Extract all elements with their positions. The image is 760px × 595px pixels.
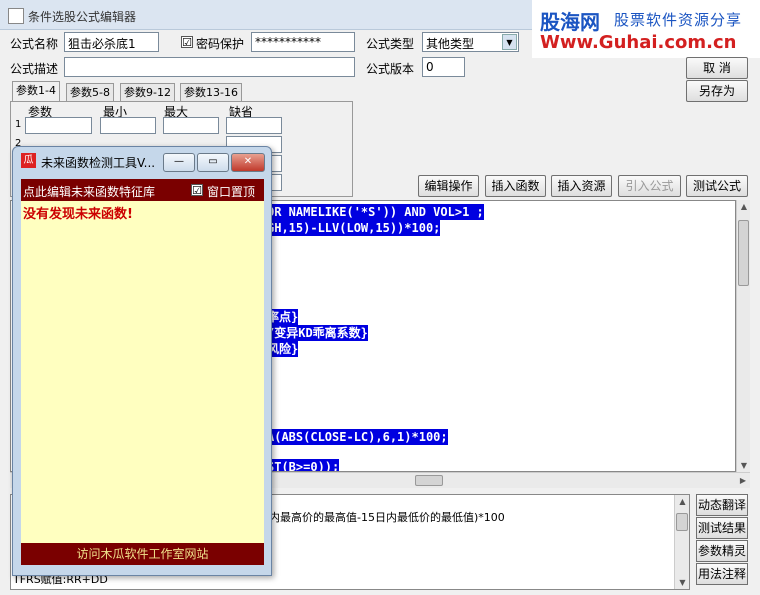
- watermark-brand: 股海网: [540, 10, 600, 34]
- scroll-up-icon[interactable]: ▲: [675, 497, 690, 506]
- watermark-slogan: 股票软件资源分享: [614, 11, 743, 29]
- output-vertical-scrollbar[interactable]: ▲ ▼: [674, 495, 689, 589]
- param-cell[interactable]: [163, 117, 219, 134]
- insert-function-button[interactable]: 插入函数: [485, 175, 546, 197]
- chevron-down-icon[interactable]: ▼: [502, 34, 517, 50]
- app-icon: [8, 8, 24, 24]
- param-cell[interactable]: [100, 117, 156, 134]
- code-line: OR NAMELIKE('*S')) AND VOL>1 ;: [267, 204, 484, 220]
- restore-icon[interactable]: ▭: [197, 153, 229, 172]
- popup-title: 未来函数检测工具V...: [41, 156, 156, 170]
- minimize-icon[interactable]: —: [163, 153, 195, 172]
- watermark-logo: 股海网 股票软件资源分享 Www.Guhai.com.cn: [532, 0, 760, 58]
- scroll-down-icon[interactable]: ▼: [737, 461, 751, 470]
- tab-params-9-12[interactable]: 参数9-12: [120, 83, 175, 102]
- param-cell[interactable]: [25, 117, 92, 134]
- popup-result-area: 没有发现未来函数!: [21, 201, 264, 543]
- tab-params-13-16[interactable]: 参数13-16: [180, 83, 242, 102]
- param-wizard-button[interactable]: 参数精灵: [696, 540, 748, 562]
- version-input[interactable]: 0: [422, 57, 465, 77]
- melon-app-icon: 瓜: [21, 153, 36, 168]
- dynamic-translate-button[interactable]: 动态翻译: [696, 494, 748, 516]
- translation-text: 内最高价的最高值-15日内最低价的最低值)*100: [269, 511, 505, 524]
- param-row-number: 1: [15, 119, 22, 130]
- name-label: 公式名称: [10, 37, 59, 51]
- topmost-label: 窗口置顶: [207, 185, 256, 199]
- topmost-checkbox[interactable]: ☑: [191, 184, 203, 196]
- code-line: ST(B>=0));: [267, 459, 340, 471]
- cancel-button[interactable]: 取 消: [686, 57, 748, 79]
- watermark-url: Www.Guhai.com.cn: [540, 32, 737, 53]
- tab-params-1-4[interactable]: 参数1-4: [12, 81, 60, 102]
- close-icon[interactable]: ✕: [231, 153, 265, 172]
- tab-params-5-8[interactable]: 参数5-8: [66, 83, 114, 102]
- edit-operation-button[interactable]: 编辑操作: [418, 175, 479, 197]
- name-input[interactable]: 狙击必杀底1: [64, 32, 159, 52]
- insert-resource-button[interactable]: 插入资源: [551, 175, 612, 197]
- test-result-button[interactable]: 测试结果: [696, 517, 748, 539]
- scroll-thumb[interactable]: [738, 220, 749, 286]
- scroll-thumb[interactable]: [676, 513, 688, 531]
- import-formula-button[interactable]: 引入公式: [618, 175, 681, 197]
- password-checkbox[interactable]: ☑: [181, 36, 193, 48]
- code-line: A(ABS(CLOSE-LC),6,1)*100;: [267, 429, 448, 445]
- window-title: 条件选股公式编辑器: [28, 10, 137, 24]
- code-line: /变异KD乖离系数}: [267, 325, 368, 341]
- code-line: GH,15)-LLV(LOW,15))*100;: [267, 220, 441, 236]
- popup-header-bar: 点此编辑未来函数特征库 ☑ 窗口置顶: [21, 179, 264, 201]
- version-label: 公式版本: [366, 62, 415, 76]
- password-input[interactable]: ***********: [251, 32, 355, 52]
- save-as-button[interactable]: 另存为: [686, 80, 748, 102]
- type-select[interactable]: 其他类型 ▼: [422, 32, 519, 52]
- code-vertical-scrollbar[interactable]: ▲ ▼: [736, 200, 750, 472]
- desc-input[interactable]: [64, 57, 355, 77]
- popup-footer-bar: 访问木瓜软件工作室网站: [21, 543, 264, 565]
- password-label: 密码保护: [196, 37, 245, 51]
- type-label: 公式类型: [366, 37, 415, 51]
- future-function-detector-window[interactable]: 瓜 未来函数检测工具V... — ▭ ✕ 点此编辑未来函数特征库 ☑ 窗口置顶 …: [12, 146, 272, 576]
- scroll-thumb[interactable]: [415, 475, 443, 486]
- result-message: 没有发现未来函数!: [23, 207, 133, 222]
- edit-feature-library-link[interactable]: 点此编辑未来函数特征库: [23, 183, 155, 200]
- type-select-value: 其他类型: [426, 37, 475, 51]
- visit-website-link[interactable]: 访问木瓜软件工作室网站: [21, 543, 264, 565]
- usage-notes-button[interactable]: 用法注释: [696, 563, 748, 585]
- test-formula-button[interactable]: 测试公式: [686, 175, 748, 197]
- param-cell[interactable]: [226, 117, 282, 134]
- desc-label: 公式描述: [10, 62, 59, 76]
- scroll-right-icon[interactable]: ▶: [740, 476, 746, 485]
- scroll-down-icon[interactable]: ▼: [675, 578, 690, 587]
- scroll-up-icon[interactable]: ▲: [737, 202, 751, 211]
